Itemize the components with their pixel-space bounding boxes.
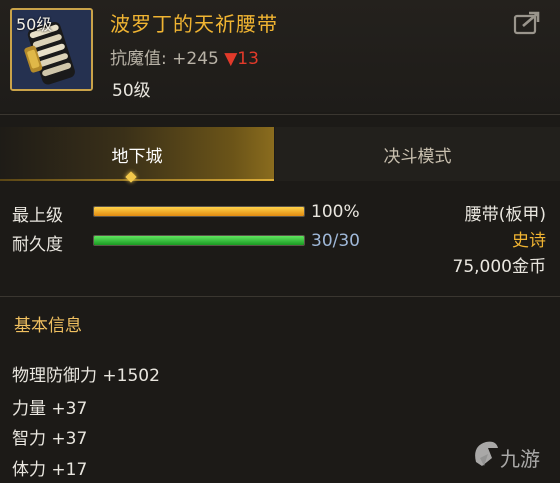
quality-bar-fill [94,207,304,216]
stat-decrease: ▼13 [224,49,259,69]
section-title-basic-info: 基本信息 [14,316,82,336]
item-icon-slot[interactable]: 50级 [10,8,93,91]
tab-duel-mode-label: 决斗模式 [383,146,452,167]
attribute-row: 智力 +37 [12,429,88,449]
attribute-row: 物理防御力 +1502 [12,366,160,386]
svg-text:九游: 九游 [500,447,540,471]
header-divider [0,114,560,115]
quality-bar [93,206,305,217]
durability-value: 30/30 [311,231,360,251]
item-main-stat: 抗魔值: +245 ▼13 [110,44,259,69]
tab-duel-mode[interactable]: 决斗模式 [275,127,560,181]
item-name: 波罗丁的天祈腰带 [110,12,278,36]
attribute-row: 体力 +17 [12,460,88,480]
stat-label: 抗魔值: +245 [110,49,219,69]
share-icon[interactable] [512,10,542,36]
durability-bar [93,235,305,246]
jiuyou-watermark-logo: 九游 [470,436,550,476]
item-type: 腰带(板甲) [464,205,546,225]
tab-dungeon-label: 地下城 [111,146,163,167]
item-price: 75,000金币 [452,257,546,277]
attribute-row: 力量 +37 [12,399,88,419]
section-divider [0,296,560,297]
item-level-badge: 50级 [16,15,53,34]
quality-label: 最上级 [12,206,63,226]
durability-label: 耐久度 [12,235,63,255]
quality-value: 100% [311,202,360,222]
tab-dungeon[interactable]: 地下城 [0,127,274,181]
level-requirement: 50级 [112,81,151,101]
durability-bar-fill [94,236,304,245]
item-rarity: 史诗 [512,231,546,251]
